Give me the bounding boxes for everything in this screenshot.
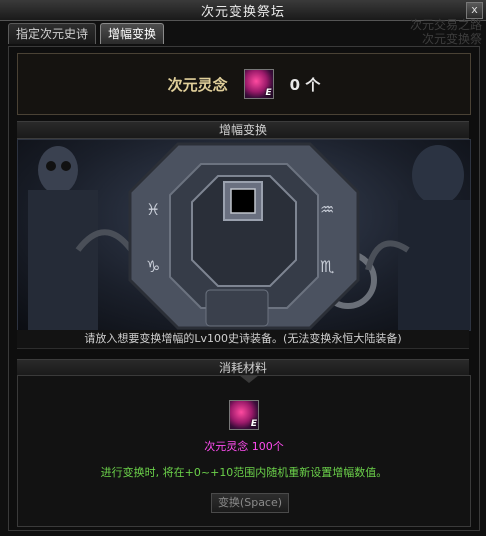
svg-text:♒: ♒ — [320, 200, 334, 219]
currency-name: 次元灵念 — [167, 75, 228, 94]
right-statue — [398, 145, 470, 330]
altar-artwork: ♓ ♒ ♑ ♏ — [17, 139, 471, 331]
background-text-line1: 次元交易之路 — [409, 18, 482, 32]
svg-text:♑: ♑ — [146, 257, 160, 276]
background-text: 次元交易之路 次元变换祭 — [392, 18, 486, 48]
materials-panel: E 次元灵念 100个 进行变换时, 将在+0~+10范围内随机重新设置增幅数值… — [17, 375, 471, 527]
tab-amplify-transform[interactable]: 增幅变换 — [100, 23, 165, 44]
svg-text:♏: ♏ — [320, 257, 334, 276]
transform-button[interactable]: 变换(Space) — [211, 493, 289, 513]
window-title: 次元变换祭坛 — [200, 4, 285, 20]
svg-text:♓: ♓ — [146, 200, 160, 219]
section-header-transform: 增幅变换 — [17, 121, 469, 139]
arrow-down-icon — [239, 375, 259, 383]
main-panel: 次元灵念 E 0 个 增幅变换 ♓ ♒ ♑ ♏ 请放入想要变换增幅的Lv100史… — [8, 46, 480, 531]
dimension-altar-window: 次元变换祭坛 x 次元交易之路 次元变换祭 指定次元史诗 增幅变换 次元灵念 E… — [0, 0, 486, 536]
dimension-essence-icon[interactable]: E — [243, 69, 274, 99]
tab-bar: 指定次元史诗 增幅变换 — [8, 23, 165, 45]
material-essence-icon[interactable]: E — [229, 400, 259, 430]
background-text-line2: 次元变换祭 — [421, 32, 482, 46]
altar-illustration: ♓ ♒ ♑ ♏ — [28, 142, 470, 330]
transform-instruction: 请放入想要变换增幅的Lv100史诗装备。(无法变换永恒大陆装备) — [17, 330, 469, 349]
currency-panel: 次元灵念 E 0 个 — [17, 53, 471, 115]
badge-e: E — [250, 419, 257, 429]
equipment-slot[interactable] — [230, 188, 256, 214]
material-text: 次元灵念 100个 — [204, 440, 284, 453]
material-description: 进行变换时, 将在+0~+10范围内随机重新设置增幅数值。 — [100, 466, 388, 479]
badge-e: E — [265, 88, 272, 98]
tab-designated-epic[interactable]: 指定次元史诗 — [8, 23, 97, 44]
close-button[interactable]: x — [466, 2, 483, 19]
currency-count: 0 个 — [289, 75, 321, 94]
